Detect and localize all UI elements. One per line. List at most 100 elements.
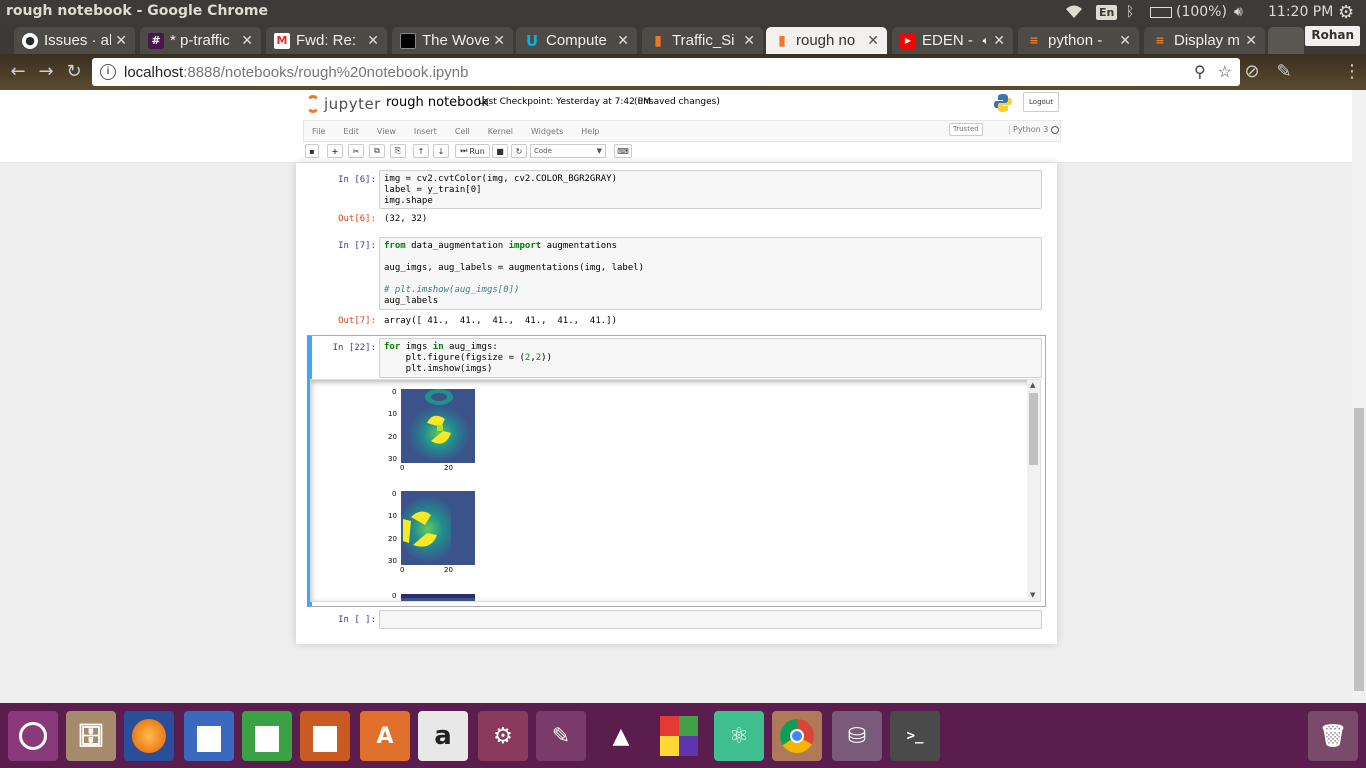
logout-button[interactable]: Logout: [1023, 92, 1059, 112]
close-icon[interactable]: ✕: [493, 33, 505, 49]
cell-7-in-prompt: In [7]:: [338, 241, 376, 251]
cut-icon[interactable]: ✂: [348, 144, 364, 158]
cell-22-output-area[interactable]: 0 10 20 30 0 20 0 10 20 30 0 20 0: [310, 379, 1041, 602]
cell-type-select[interactable]: Code ▼: [530, 144, 606, 158]
keyboard-icon[interactable]: ⌨: [614, 144, 632, 158]
disk-icon[interactable]: ⛁: [832, 711, 882, 761]
audio-icon[interactable]: 🔈︎: [983, 34, 990, 48]
tab-slack[interactable]: # * p-traffic ✕: [140, 27, 261, 54]
tab-issues[interactable]: ● Issues · al ✕: [14, 27, 135, 54]
inkscape-icon[interactable]: ▲: [596, 711, 646, 761]
back-icon[interactable]: ←: [8, 62, 28, 82]
empty-cell-input[interactable]: [379, 610, 1042, 629]
tab-woven[interactable]: The Wove ✕: [392, 27, 513, 54]
chevron-down-icon: ▼: [596, 147, 602, 155]
gear-icon[interactable]: ⚙: [1338, 0, 1354, 24]
software-center-icon[interactable]: A: [360, 711, 410, 761]
tab-traffic[interactable]: ▮ Traffic_Si ✕: [642, 27, 763, 54]
cell-7-code[interactable]: from data_augmentation import augmentati…: [379, 237, 1042, 310]
copy-icon[interactable]: ⧉: [369, 144, 385, 158]
info-icon[interactable]: i: [100, 64, 116, 80]
stackoverflow-icon: ≡: [1155, 34, 1165, 47]
writer-icon[interactable]: [184, 711, 234, 761]
cell-22-code[interactable]: for imgs in aug_imgs: plt.figure(figsize…: [379, 338, 1042, 378]
close-icon[interactable]: ✕: [367, 33, 379, 49]
close-icon[interactable]: ✕: [1119, 33, 1131, 49]
save-icon[interactable]: ▪: [305, 144, 319, 158]
tab-youtube[interactable]: ▶ EDEN - 🔈︎ ✕: [892, 27, 1013, 54]
close-icon[interactable]: ✕: [115, 33, 127, 49]
tab-python-so[interactable]: ≡ python - ✕: [1018, 27, 1139, 54]
menu-file[interactable]: File: [312, 127, 325, 136]
menu-widgets[interactable]: Widgets: [531, 127, 563, 136]
menu-edit[interactable]: Edit: [343, 127, 359, 136]
youtube-icon: ▶: [900, 32, 916, 49]
keyboard-indicator[interactable]: En: [1096, 0, 1118, 24]
profile-button[interactable]: Rohan: [1305, 26, 1360, 46]
close-icon[interactable]: ✕: [743, 33, 755, 49]
amazon-icon[interactable]: a: [418, 711, 468, 761]
scroll-up-arrow-icon[interactable]: ▲: [1030, 381, 1035, 389]
close-icon[interactable]: ✕: [867, 33, 879, 49]
close-icon[interactable]: ✕: [1245, 33, 1257, 49]
restart-icon[interactable]: ↻: [511, 144, 527, 158]
tab-udacity[interactable]: U Compute ✕: [516, 27, 637, 54]
extension-icon[interactable]: ⊘: [1242, 62, 1262, 82]
files-icon[interactable]: 🗄︎: [66, 711, 116, 761]
address-bar[interactable]: i localhost:8888/notebooks/rough%20noteb…: [92, 58, 1240, 86]
run-button[interactable]: ⏭ Run: [455, 144, 490, 158]
cell-6-in-prompt: In [6]:: [338, 175, 376, 185]
notebook-name[interactable]: rough notebook: [386, 95, 489, 110]
jupyter-logo[interactable]: jupyter: [306, 95, 381, 113]
reload-icon[interactable]: ↻: [64, 62, 84, 82]
menu-help[interactable]: Help: [581, 127, 599, 136]
bluetooth-icon[interactable]: ᛒ: [1126, 0, 1134, 24]
tab-rough-notebook[interactable]: ▮ rough no ✕: [766, 27, 887, 54]
close-icon[interactable]: ✕: [993, 33, 1005, 49]
move-up-icon[interactable]: ↑: [413, 144, 429, 158]
scroll-down-arrow-icon[interactable]: ▼: [1030, 591, 1035, 599]
blocks-icon[interactable]: [654, 711, 704, 761]
impress-icon[interactable]: [300, 711, 350, 761]
cell-6-code[interactable]: img = cv2.cvtColor(img, cv2.COLOR_BGR2GR…: [379, 170, 1042, 209]
add-cell-icon[interactable]: +: [327, 144, 343, 158]
tab-display-so[interactable]: ≡ Display m ✕: [1144, 27, 1265, 54]
autosave-status: (unsaved changes): [634, 97, 720, 107]
wifi-icon[interactable]: [1064, 0, 1084, 24]
settings-icon[interactable]: ⚙: [478, 711, 528, 761]
atom-icon[interactable]: ⚛: [714, 711, 764, 761]
firefox-icon[interactable]: [124, 711, 174, 761]
menu-view[interactable]: View: [377, 127, 396, 136]
chrome-icon[interactable]: [772, 711, 822, 761]
gimp-icon[interactable]: ✎: [536, 711, 586, 761]
terminal-icon[interactable]: >_: [890, 711, 940, 761]
zoom-icon[interactable]: ⚲: [1194, 62, 1206, 82]
calc-icon[interactable]: [242, 711, 292, 761]
trusted-badge[interactable]: Trusted: [949, 123, 983, 136]
cell-6-output: (32, 32): [384, 214, 428, 224]
stop-icon[interactable]: ■: [492, 144, 508, 158]
page-scrollbar[interactable]: [1352, 90, 1366, 703]
close-icon[interactable]: ✕: [617, 33, 629, 49]
pen-extension-icon[interactable]: ✎: [1274, 62, 1294, 82]
page-scrollbar-thumb[interactable]: [1354, 408, 1364, 691]
ubuntu-dash-icon[interactable]: [8, 711, 58, 761]
forward-icon[interactable]: →: [36, 62, 56, 82]
close-icon[interactable]: ✕: [241, 33, 253, 49]
menu-cell[interactable]: Cell: [455, 127, 470, 136]
checkpoint-status: Last Checkpoint: Yesterday at 7:42 PM: [478, 97, 651, 107]
paste-icon[interactable]: ⎘: [390, 144, 406, 158]
move-down-icon[interactable]: ↓: [433, 144, 449, 158]
volume-icon[interactable]: 🔊︎: [1234, 0, 1243, 24]
menu-insert[interactable]: Insert: [414, 127, 437, 136]
output-scrollbar-thumb[interactable]: [1029, 393, 1038, 465]
menu-kernel[interactable]: Kernel: [488, 127, 513, 136]
tab-gmail[interactable]: M Fwd: Re: ✕: [266, 27, 387, 54]
battery-indicator[interactable]: (100%): [1150, 0, 1227, 24]
menu-icon[interactable]: ⋮: [1342, 62, 1362, 82]
new-tab-button[interactable]: [1268, 27, 1304, 54]
trash-icon[interactable]: 🗑︎: [1308, 711, 1358, 761]
clock[interactable]: 11:20 PM: [1268, 0, 1333, 24]
bookmark-star-icon[interactable]: ☆: [1218, 62, 1232, 82]
battery-percent: (100%): [1176, 4, 1227, 20]
